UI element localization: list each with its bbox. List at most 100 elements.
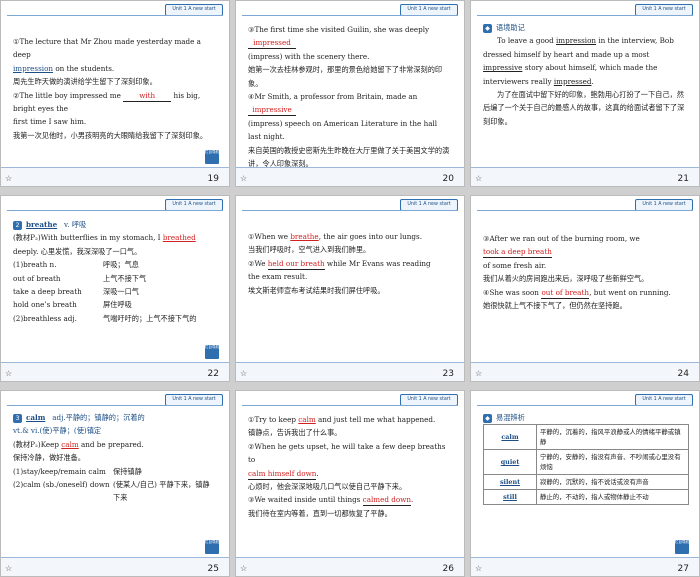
slide-footer: ☆ 24 <box>471 362 699 381</box>
slide-20[interactable]: Unit 1 A new start ③The first time she v… <box>235 0 465 187</box>
keyword: impressive <box>483 63 523 73</box>
keyword: calm <box>61 439 79 449</box>
back-nav-button[interactable]: 栏目导航 <box>675 540 689 554</box>
page-number: 26 <box>442 564 454 574</box>
back-nav-button[interactable]: 栏目导航 <box>205 345 219 359</box>
star-icon[interactable]: ☆ <box>5 564 12 573</box>
number-icon: 2 <box>13 220 22 230</box>
slide-footer: ☆ 19 <box>1 167 229 186</box>
sentence: ③We waited inside until things calmed do… <box>248 495 414 507</box>
translation: 保持冷静，做好准备。 <box>13 453 85 463</box>
translation: 我们从着火的房间跑出来后，深呼吸了些新鲜空气。 <box>483 274 649 284</box>
sentence: ②The little boy impressed me with his bi… <box>13 89 217 116</box>
slide-26[interactable]: Unit 1 A new start ①Try to keep calm and… <box>235 390 465 577</box>
keyword: breathe <box>290 232 319 241</box>
slide-body: ◆ 易混辨析 calm 平静的，沉着的，指风平浪静或人的情绪平静或镇静 quiet 宁… <box>483 411 689 506</box>
slide-23[interactable]: Unit 1 A new start ①When we breathe, the… <box>235 195 465 382</box>
sentence: ③The first time she visited Guilin, she … <box>248 23 452 50</box>
slide-24[interactable]: Unit 1 A new start ③After we ran out of … <box>470 195 700 382</box>
header-divider <box>242 405 458 406</box>
phrase-row: take a deep breath 深吸一口气 <box>13 287 139 297</box>
star-icon[interactable]: ☆ <box>240 174 247 183</box>
header-divider <box>242 15 458 16</box>
sentence-part: on the students. <box>53 63 115 73</box>
section-icon: ◆ <box>483 413 492 423</box>
slide-body: 3 calm adj.平静的；镇静的；沉着的 vt.& vi.(使)平静；(使)镇… <box>13 411 217 505</box>
paragraph: To leave a good impression in the interv… <box>483 36 674 86</box>
star-icon[interactable]: ☆ <box>475 369 482 378</box>
star-icon[interactable]: ☆ <box>475 564 482 573</box>
sentence: the exam result. <box>248 272 308 282</box>
sentence: calm himself down. <box>248 468 319 480</box>
vocab-heading: 3 calm adj.平静的；镇静的；沉着的 <box>13 411 217 424</box>
answer-blank: out of breath <box>541 287 590 299</box>
page-number: 20 <box>442 174 454 184</box>
example: (教材P₂)Keep calm and be prepared. <box>13 439 144 449</box>
sentence: ④Mr Smith, a professor from Britain, mad… <box>248 90 452 117</box>
slide-body: 2 breathe v. 呼吸 (教材P₂)With butterflies in… <box>13 218 217 325</box>
translation: 心烦时，他会深深地吸几口气以使自己平静下来。 <box>248 482 407 492</box>
sentence: ①The lecture that Mr Zhou made yesterday… <box>13 37 201 60</box>
sentence: ①Try to keep calm and just tell me what … <box>248 415 436 424</box>
translation: 埃文斯老师宣布考试结果时我们屏住呼吸。 <box>248 285 385 295</box>
keyword: calm <box>298 415 316 424</box>
vocab-heading: 2 breathe v. 呼吸 <box>13 218 217 231</box>
table-row: calm 平静的，沉着的，指风平浪静或人的情绪平静或镇静 <box>483 424 689 451</box>
phrase-row: out of breath 上气不接下气 <box>13 273 147 283</box>
star-icon[interactable]: ☆ <box>5 174 12 183</box>
keyword: impressed <box>553 76 592 86</box>
table-row: quiet 宁静的，安静的，指没有声音、不吵闹或心里没有烦恼 <box>483 449 689 476</box>
slide-19[interactable]: Unit 1 A new start ①The lecture that Mr … <box>0 0 230 187</box>
star-icon[interactable]: ☆ <box>5 369 12 378</box>
sentence-part: ②The little boy impressed me <box>13 90 121 100</box>
header-divider <box>7 15 223 16</box>
table-row: silent 寂静的，沉默的，指不说话或没有声音 <box>483 474 689 491</box>
answer-blank: calmed down <box>362 495 411 507</box>
phrase-row: hold one’s breath 屏住呼吸 <box>13 300 132 310</box>
headword: breathe <box>26 220 58 229</box>
back-nav-button[interactable]: 栏目导航 <box>205 540 219 554</box>
slide-footer: ☆ 27 <box>471 557 699 576</box>
sentence: of some fresh air. <box>483 260 547 270</box>
slide-27[interactable]: Unit 1 A new start ◆ 易混辨析 calm 平静的，沉着的，指风平… <box>470 390 700 577</box>
phrase-row: (2)calm (sb./oneself) down (使某人/自己) 平静下来，… <box>13 480 210 503</box>
translation: 为了在面试中留下好的印象，鲍勃用心打扮了一下自己，然后编了一个关于自己的最感人的… <box>483 90 685 126</box>
sentence-part: ④Mr Smith, a professor from Britain, mad… <box>248 92 418 102</box>
slide-body: ③The first time she visited Guilin, she … <box>248 23 452 170</box>
slide-body: ①When we breathe, the air goes into our … <box>248 230 452 297</box>
verb-meaning: vt.& vi.(使)平静；(使)镇定 <box>13 426 102 436</box>
answer-blank: impressed <box>248 37 296 50</box>
slide-body: ◆ 语境助记 To leave a good impression in the … <box>483 21 687 128</box>
slide-22[interactable]: Unit 1 A new start 2 breathe v. 呼吸 (教材P₂)… <box>0 195 230 382</box>
star-icon[interactable]: ☆ <box>240 564 247 573</box>
sentence: (impress) speech on American Literature … <box>248 118 438 142</box>
page-number: 25 <box>207 564 219 574</box>
page-number: 19 <box>207 174 219 184</box>
slide-footer: ☆ 23 <box>236 362 464 381</box>
translation: 她第一次去桂林参观时，那里的景色给她留下了非常深刻的印象。 <box>248 65 443 88</box>
sentence: ④She was soon out of breath, but went on… <box>483 287 671 299</box>
star-icon[interactable]: ☆ <box>475 174 482 183</box>
phrase-row: (1)breath n. 呼吸；气息 <box>13 260 139 270</box>
star-icon[interactable]: ☆ <box>240 369 247 378</box>
slide-21[interactable]: Unit 1 A new start ◆ 语境助记 To leave a good… <box>470 0 700 187</box>
sentence: ①When we breathe, the air goes into our … <box>248 232 423 241</box>
slide-body: ①The lecture that Mr Zhou made yesterday… <box>13 35 217 142</box>
answer-blank: with <box>123 90 172 102</box>
number-icon: 3 <box>13 413 22 423</box>
section-title: ◆ 语境助记 <box>483 21 687 34</box>
example: (教材P₂)With butterflies in my stomach, I … <box>13 233 196 256</box>
header-divider <box>477 405 693 406</box>
page-number: 24 <box>677 369 689 379</box>
translation: 周先生昨天做的演讲给学生留下了深刻印象。 <box>13 77 157 87</box>
sentence-part: ③The first time she visited Guilin, she … <box>248 25 430 34</box>
slide-footer: ☆ 26 <box>236 557 464 576</box>
translation: 我第一次见他时，小男孩明亮的大眼睛给我留下了深刻印象。 <box>13 130 208 140</box>
slide-body: ③After we ran out of the burning room, w… <box>483 232 687 312</box>
section-icon: ◆ <box>483 23 492 33</box>
back-nav-button[interactable]: 栏目导航 <box>205 150 219 164</box>
slide-25[interactable]: Unit 1 A new start 3 calm adj.平静的；镇静的；沉着的… <box>0 390 230 577</box>
keyword: impression <box>556 36 597 46</box>
sentence: ③After we ran out of the burning room, w… <box>483 234 640 259</box>
translation: 镇静点，告诉我出了什么事。 <box>248 428 342 438</box>
